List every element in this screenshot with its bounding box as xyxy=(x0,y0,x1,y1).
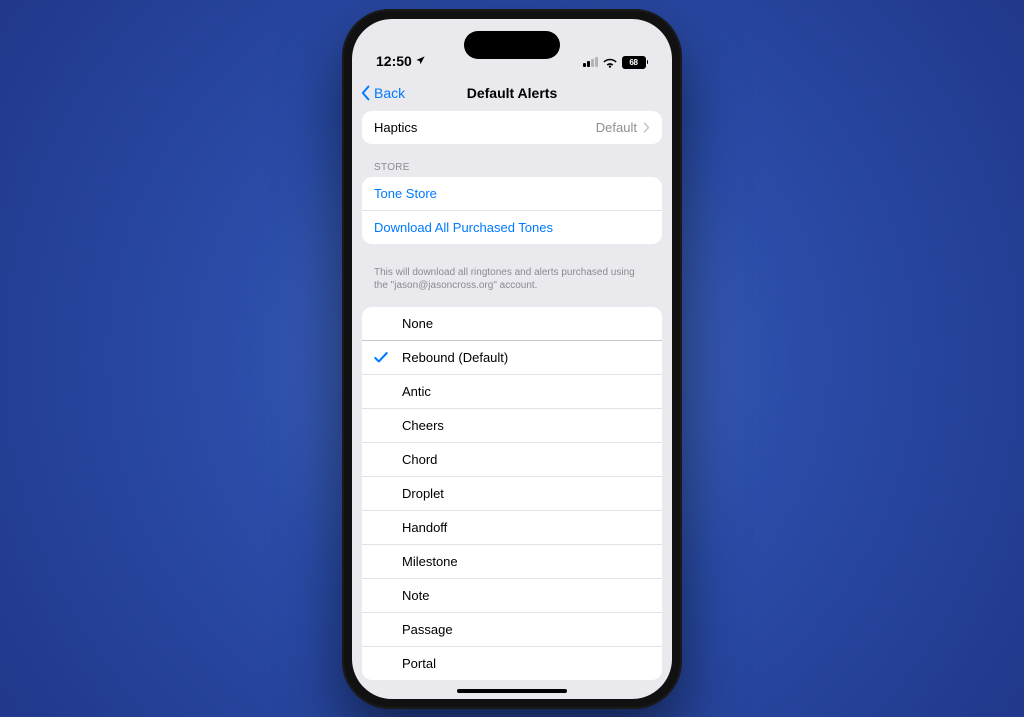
tone-label: Droplet xyxy=(402,486,650,501)
tone-label: Passage xyxy=(402,622,650,637)
tone-label: Note xyxy=(402,588,650,603)
tone-label: Milestone xyxy=(402,554,650,569)
tone-label: Antic xyxy=(402,384,650,399)
haptics-group: Haptics Default xyxy=(362,111,662,144)
tone-store-row[interactable]: Tone Store xyxy=(362,177,662,210)
home-indicator[interactable] xyxy=(457,689,567,693)
dynamic-island xyxy=(464,31,560,59)
status-right: 68 xyxy=(583,56,648,69)
store-footer: This will download all ringtones and ale… xyxy=(352,262,672,307)
tone-row-selected[interactable]: Rebound (Default) xyxy=(362,340,662,374)
tone-row[interactable]: Cheers xyxy=(362,408,662,442)
tone-row[interactable]: Passage xyxy=(362,612,662,646)
tone-label: Cheers xyxy=(402,418,650,433)
tone-row[interactable]: Milestone xyxy=(362,544,662,578)
download-all-row[interactable]: Download All Purchased Tones xyxy=(362,210,662,244)
content-area: Haptics Default STORE Tone Store Downloa… xyxy=(352,105,672,699)
phone-screen: 12:50 68 xyxy=(352,19,672,699)
store-group: Tone Store Download All Purchased Tones xyxy=(362,177,662,244)
tone-row-none[interactable]: None xyxy=(362,307,662,340)
tone-label-none: None xyxy=(402,316,650,331)
phone-frame: 12:50 68 xyxy=(342,9,682,709)
page-title: Default Alerts xyxy=(352,85,672,101)
tone-label: Chord xyxy=(402,452,650,467)
tone-label: Portal xyxy=(402,656,650,671)
tone-row[interactable]: Portal xyxy=(362,646,662,680)
tone-row[interactable]: Chord xyxy=(362,442,662,476)
haptics-value: Default xyxy=(596,120,637,135)
location-icon xyxy=(415,55,426,66)
tone-row[interactable]: Note xyxy=(362,578,662,612)
chevron-right-icon xyxy=(637,122,650,133)
store-header: STORE xyxy=(352,162,672,177)
tone-row[interactable]: Droplet xyxy=(362,476,662,510)
status-time: 12:50 xyxy=(376,53,412,69)
wifi-icon xyxy=(603,57,617,68)
cellular-icon xyxy=(583,57,598,67)
tone-row[interactable]: Antic xyxy=(362,374,662,408)
stage: 12:50 68 xyxy=(0,0,1024,717)
tone-label-selected: Rebound (Default) xyxy=(402,350,650,365)
haptics-label: Haptics xyxy=(374,120,596,135)
status-left: 12:50 xyxy=(376,53,426,69)
tone-row[interactable]: Handoff xyxy=(362,510,662,544)
checkmark-icon xyxy=(374,351,388,364)
download-all-label: Download All Purchased Tones xyxy=(374,220,650,235)
tone-label: Handoff xyxy=(402,520,650,535)
haptics-row[interactable]: Haptics Default xyxy=(362,111,662,144)
battery-icon: 68 xyxy=(622,56,649,69)
battery-level: 68 xyxy=(622,56,646,69)
tones-group: None Rebound (Default) Antic Cheers Chor… xyxy=(362,307,662,680)
tone-store-label: Tone Store xyxy=(374,186,650,201)
